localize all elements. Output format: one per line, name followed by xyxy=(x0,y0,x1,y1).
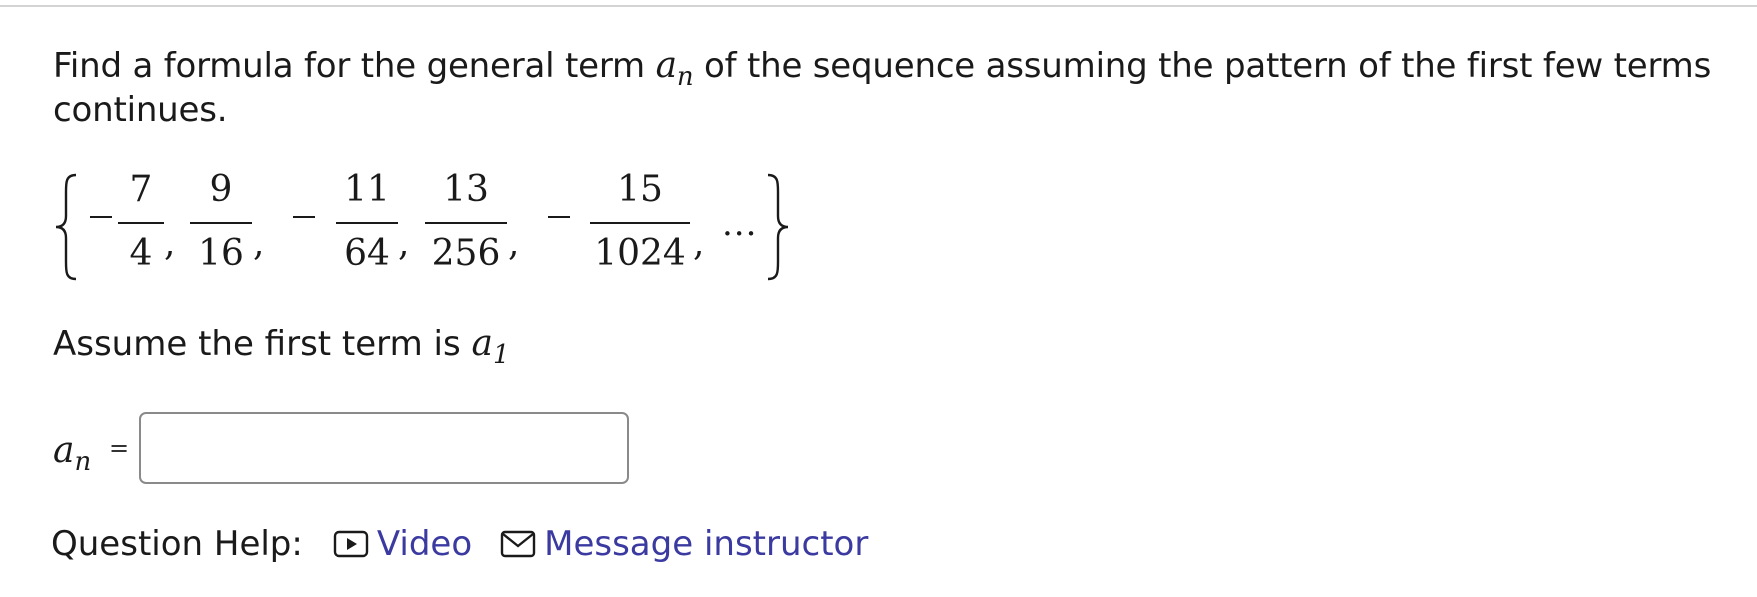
comma: , xyxy=(253,223,265,264)
general-term-symbol: an xyxy=(655,45,694,92)
right-brace xyxy=(762,172,792,282)
video-link-label: Video xyxy=(376,524,473,564)
answer-input[interactable] xyxy=(139,412,629,484)
question-help: Question Help: Video Message instructor xyxy=(51,520,896,568)
ellipsis: ... xyxy=(722,204,758,244)
video-play-icon xyxy=(333,529,369,559)
sequence-term-1: 7 4 xyxy=(118,168,164,276)
question-prefix: Find a formula for the general term xyxy=(53,46,645,86)
comma: , xyxy=(398,223,410,264)
sequence-term-4: 13 256 xyxy=(425,168,507,276)
video-link[interactable]: Video xyxy=(333,524,472,564)
message-instructor-label: Message instructor xyxy=(544,524,869,564)
minus-sign xyxy=(548,216,570,218)
message-instructor-link[interactable]: Message instructor xyxy=(500,524,868,564)
comma: , xyxy=(508,223,520,264)
question-text: Find a formula for the general term an o… xyxy=(53,44,1733,132)
sequence-term-3: 11 64 xyxy=(336,168,398,276)
comma: , xyxy=(164,223,176,264)
answer-row: an = xyxy=(53,412,673,486)
question-suffix: of the sequence assuming the pattern of … xyxy=(704,46,1712,86)
question-line2: continues. xyxy=(53,90,228,130)
minus-sign xyxy=(90,216,112,218)
assume-text: Assume the first term is a1 xyxy=(53,323,510,370)
first-term-symbol: a1 xyxy=(471,323,510,370)
comma: , xyxy=(693,223,705,264)
minus-sign xyxy=(293,216,315,218)
sequence-display: 7 4 , 9 16 , 11 64 , 13 256 , 15 1024 , … xyxy=(50,168,850,286)
left-brace xyxy=(52,172,82,282)
answer-variable-label: an xyxy=(53,430,92,477)
envelope-icon xyxy=(500,529,536,559)
top-divider xyxy=(0,5,1757,7)
equals-sign: = xyxy=(109,434,130,462)
sequence-term-2: 9 16 xyxy=(190,168,252,276)
question-help-label: Question Help: xyxy=(51,524,303,564)
sequence-term-5: 15 1024 xyxy=(590,168,690,276)
